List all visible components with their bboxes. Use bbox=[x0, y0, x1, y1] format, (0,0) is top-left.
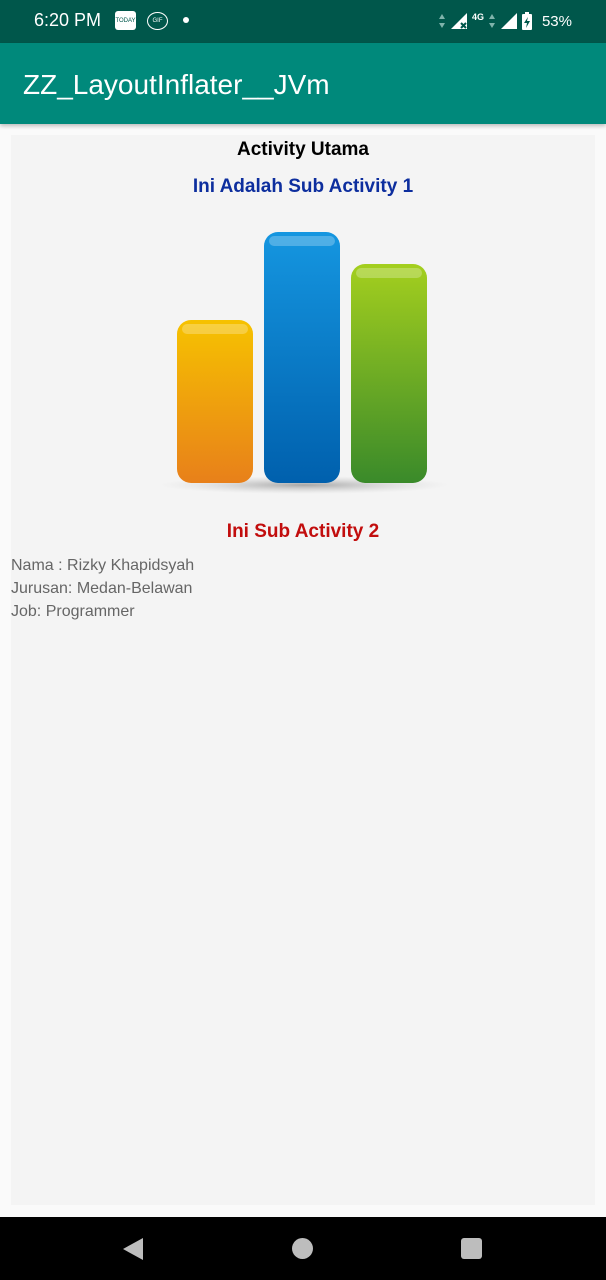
chart-bar-green bbox=[351, 264, 427, 483]
battery-charging-icon bbox=[521, 12, 532, 30]
main-content: Activity Utama Ini Adalah Sub Activity 1 bbox=[11, 135, 595, 1205]
activity-utama-heading: Activity Utama bbox=[237, 139, 369, 160]
recents-icon[interactable] bbox=[461, 1238, 482, 1259]
sub-activity-2-heading: Ini Sub Activity 2 bbox=[226, 521, 380, 542]
signal-icon bbox=[500, 13, 517, 29]
notification-dot-icon bbox=[183, 17, 189, 23]
today-icon: TODAY bbox=[115, 11, 136, 30]
chart-bar-orange bbox=[177, 320, 253, 483]
navigation-bar bbox=[0, 1217, 606, 1280]
app-title: ZZ_LayoutInflater__JVm bbox=[23, 69, 330, 100]
status-right-icons: 4G 53% bbox=[438, 11, 572, 31]
sub-activity-1-heading: Ini Adalah Sub Activity 1 bbox=[192, 176, 414, 197]
status-time: 6:20 PM bbox=[34, 10, 102, 30]
app-bar: ZZ_LayoutInflater__JVm bbox=[0, 43, 606, 124]
battery-percent: 53% bbox=[541, 12, 572, 30]
data-arrows-icon bbox=[438, 14, 445, 28]
bar-chart-image bbox=[159, 232, 449, 494]
gif-icon: GIF bbox=[147, 12, 168, 30]
signal-no-service-icon bbox=[450, 13, 467, 29]
chart-bar-blue bbox=[264, 232, 340, 483]
status-bar: 6:20 PM TODAY GIF 4G 53% bbox=[0, 0, 606, 43]
nama-text: Nama : Rizky Khapidsyah bbox=[11, 557, 195, 574]
job-text: Job: Programmer bbox=[11, 603, 135, 620]
data-arrows-icon-2 bbox=[488, 14, 495, 28]
home-icon[interactable] bbox=[292, 1238, 313, 1259]
jurusan-text: Jurusan: Medan-Belawan bbox=[11, 580, 193, 597]
back-icon[interactable] bbox=[122, 1237, 144, 1261]
network-type-label: 4G bbox=[471, 12, 484, 22]
